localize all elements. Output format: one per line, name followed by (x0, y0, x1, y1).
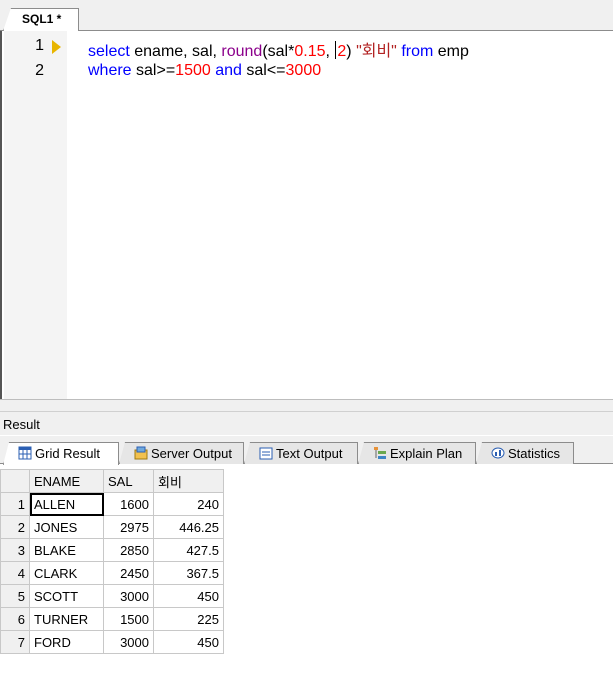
statistics-icon (491, 447, 505, 459)
function-name: round (221, 43, 263, 60)
code-text: ename, sal, (129, 43, 222, 60)
number-literal: 0.15 (294, 43, 326, 60)
cell-sal[interactable]: 2975 (103, 515, 154, 539)
code-text: sal>= (131, 62, 176, 79)
execution-marker-icon (52, 40, 61, 54)
number-literal: 3000 (285, 62, 322, 79)
text-output-icon (259, 447, 273, 460)
row-number-header[interactable] (0, 469, 30, 493)
cell-fee[interactable]: 450 (153, 584, 224, 608)
tab-sql1[interactable]: SQL1 * (3, 8, 79, 31)
column-header[interactable]: SAL (103, 469, 154, 493)
explain-plan-icon (374, 447, 386, 459)
result-panel-title: Result (3, 417, 40, 432)
cell-ename[interactable]: CLARK (29, 561, 104, 585)
editor-tab-strip: SQL1 * (0, 0, 613, 31)
row-number[interactable]: 7 (0, 630, 30, 654)
grid-icon (18, 446, 32, 460)
cell-ename[interactable]: JONES (29, 515, 104, 539)
tab-grid-result[interactable]: Grid Result (3, 442, 119, 465)
keyword: select (88, 43, 130, 60)
cell-fee[interactable]: 450 (153, 630, 224, 654)
cell-fee[interactable]: 427.5 (153, 538, 224, 562)
column-alias: "회비" (356, 43, 397, 60)
code-text: (sal* (262, 43, 295, 60)
code-line-1[interactable]: select ename, sal, round(sal*0.15, 2) "회… (88, 37, 469, 61)
table-row[interactable]: 3 BLAKE 2850 427.5 (0, 538, 224, 562)
result-panel-header: Result (0, 411, 613, 435)
code-text: , (325, 43, 335, 60)
sql-editor[interactable]: 1 2 select ename, sal, round(sal*0.15, 2… (0, 31, 613, 401)
tab-server-output[interactable]: Server Output (119, 442, 244, 464)
line-gutter (4, 31, 67, 399)
row-number[interactable]: 2 (0, 515, 30, 539)
cell-fee[interactable]: 446.25 (153, 515, 224, 539)
tab-label: Explain Plan (390, 446, 463, 461)
tab-text-output[interactable]: Text Output (244, 442, 358, 464)
table-row[interactable]: 1 ALLEN 1600 240 (0, 492, 224, 516)
cell-fee[interactable]: 367.5 (153, 561, 224, 585)
server-output-icon (134, 446, 148, 460)
number-literal: 1500 (175, 62, 211, 79)
panel-splitter[interactable] (0, 399, 613, 411)
cell-ename[interactable]: ALLEN (29, 492, 104, 516)
table-row[interactable]: 2 JONES 2975 446.25 (0, 515, 224, 539)
cell-ename[interactable]: FORD (29, 630, 104, 654)
result-tab-strip: Grid Result Server Output Text Output Ex… (0, 436, 613, 465)
row-number[interactable]: 6 (0, 607, 30, 631)
row-number[interactable]: 1 (0, 492, 30, 516)
tab-label: Statistics (508, 446, 561, 461)
keyword: where (88, 62, 132, 79)
tab-label: Server Output (151, 446, 232, 461)
number-literal: 2 (337, 43, 347, 60)
cell-sal[interactable]: 2850 (103, 538, 154, 562)
tab-explain-plan[interactable]: Explain Plan (358, 442, 476, 464)
table-row[interactable]: 7 FORD 3000 450 (0, 630, 224, 654)
tab-label: Text Output (276, 446, 343, 461)
column-header[interactable]: ENAME (29, 469, 104, 493)
code-text: ) (346, 43, 357, 60)
tab-sql1-label: SQL1 * (22, 12, 62, 26)
row-number[interactable]: 3 (0, 538, 30, 562)
code-text: emp (433, 43, 469, 60)
line-number: 1 (35, 37, 44, 54)
cell-sal[interactable]: 1500 (103, 607, 154, 631)
cell-fee[interactable]: 225 (153, 607, 224, 631)
result-grid[interactable]: ENAME SAL 회비 1 ALLEN 1600 240 2 JONES 29… (0, 469, 224, 654)
code-line-2[interactable]: where sal>=1500 and sal<=3000 (88, 62, 321, 80)
cell-ename[interactable]: SCOTT (29, 584, 104, 608)
grid-header-row: ENAME SAL 회비 (0, 469, 224, 493)
cell-sal[interactable]: 3000 (103, 584, 154, 608)
line-number: 2 (35, 62, 44, 79)
table-row[interactable]: 4 CLARK 2450 367.5 (0, 561, 224, 585)
cell-fee[interactable]: 240 (153, 492, 224, 516)
row-number[interactable]: 4 (0, 561, 30, 585)
row-number[interactable]: 5 (0, 584, 30, 608)
column-header[interactable]: 회비 (153, 469, 224, 493)
cell-ename[interactable]: TURNER (29, 607, 104, 631)
tab-label: Grid Result (35, 446, 101, 461)
tab-statistics[interactable]: Statistics (476, 442, 574, 464)
table-row[interactable]: 6 TURNER 1500 225 (0, 607, 224, 631)
cell-sal[interactable]: 2450 (103, 561, 154, 585)
cell-sal[interactable]: 3000 (103, 630, 154, 654)
cell-sal[interactable]: 1600 (103, 492, 154, 516)
code-text: sal<= (241, 62, 286, 79)
keyword: and (215, 62, 242, 79)
keyword: from (401, 43, 434, 60)
cell-ename[interactable]: BLAKE (29, 538, 104, 562)
table-row[interactable]: 5 SCOTT 3000 450 (0, 584, 224, 608)
